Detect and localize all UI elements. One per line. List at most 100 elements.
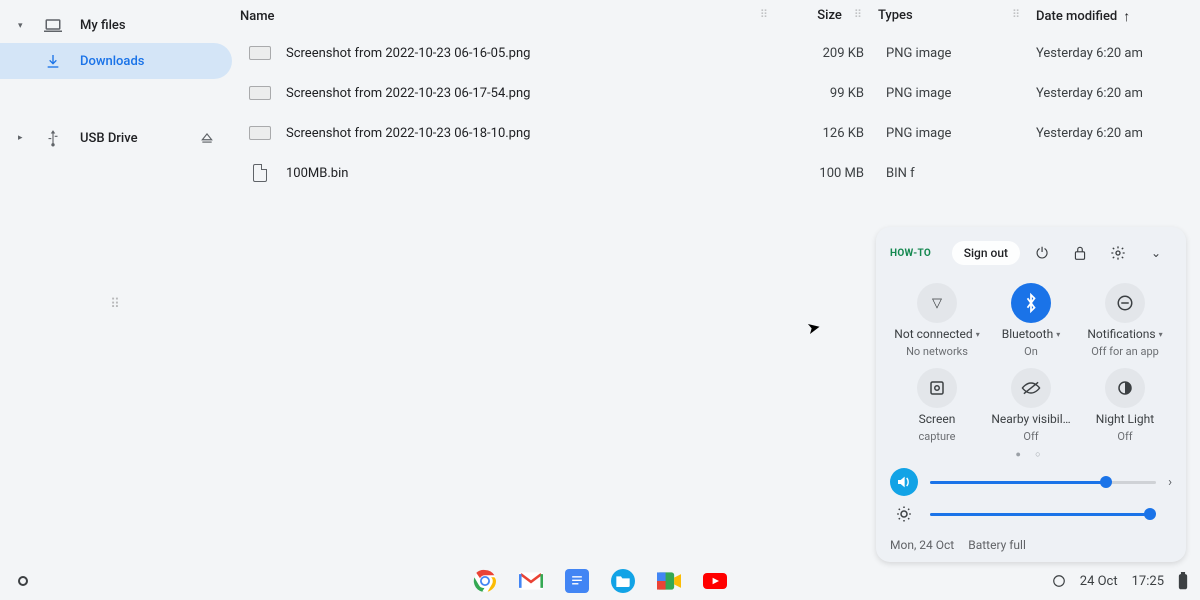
system-tray[interactable]: 24 Oct 17:25 — [1052, 572, 1188, 590]
tile-sub: Off — [1023, 430, 1038, 443]
qs-battery[interactable]: Battery full — [968, 538, 1026, 552]
visibility-off-icon — [1011, 368, 1051, 408]
tile-bluetooth[interactable]: Bluetooth▾ On — [984, 283, 1078, 358]
qs-date[interactable]: Mon, 24 Oct — [890, 538, 954, 552]
col-date[interactable]: Date modified — [1036, 9, 1117, 24]
chevron-right-icon[interactable]: › — [1168, 475, 1172, 490]
table-row[interactable]: 100MB.bin 100 MB BIN f — [232, 153, 1200, 193]
chevron-right-icon: ▸ — [18, 133, 26, 143]
table-row[interactable]: Screenshot from 2022-10-23 06-18-10.png … — [232, 113, 1200, 153]
file-name: Screenshot from 2022-10-23 06-18-10.png — [286, 126, 790, 141]
sidebar-item-label: My files — [80, 18, 126, 33]
tile-label: Bluetooth — [1002, 327, 1053, 341]
sidebar-item-usb[interactable]: ▸ USB Drive — [0, 119, 232, 157]
usb-icon — [44, 129, 62, 147]
tile-sub: capture — [918, 430, 955, 443]
tile-label: Notifications — [1087, 327, 1155, 341]
sidebar-drag-handle[interactable]: ⠿ — [0, 297, 232, 312]
sidebar: ▾ My files Downloads ▸ USB Drive ⠿ — [0, 0, 232, 600]
file-size: 126 KB — [790, 126, 870, 141]
tile-network[interactable]: ▽ Not connected ▾ No networks — [890, 283, 984, 358]
col-name[interactable]: Name — [240, 9, 275, 24]
tile-label: Screen — [919, 412, 956, 426]
dnd-icon — [1105, 283, 1145, 323]
file-size: 209 KB — [790, 46, 870, 61]
image-thumb-icon — [248, 83, 272, 103]
sign-out-button[interactable]: Sign out — [952, 241, 1020, 265]
file-date: Yesterday 6:20 am — [1020, 126, 1190, 141]
volume-icon — [890, 468, 918, 496]
file-size: 100 MB — [790, 166, 870, 181]
tray-time: 17:25 — [1132, 574, 1164, 589]
bluetooth-icon — [1011, 283, 1051, 323]
file-type: PNG image — [870, 86, 1020, 101]
arrow-up-icon: ↑ — [1123, 8, 1130, 25]
brightness-icon — [890, 500, 918, 528]
volume-slider[interactable]: › — [890, 468, 1172, 496]
tray-date: 24 Oct — [1080, 574, 1118, 589]
dropdown-icon: ▾ — [1159, 330, 1163, 339]
table-row[interactable]: Screenshot from 2022-10-23 06-16-05.png … — [232, 33, 1200, 73]
page-dots[interactable]: ● ○ — [890, 449, 1172, 460]
chevron-down-icon[interactable]: ⌄ — [1140, 237, 1172, 269]
sidebar-item-label: USB Drive — [80, 131, 138, 146]
chrome-icon[interactable] — [473, 569, 497, 593]
column-headers: Name ⠿ Size ⠿ Types ⠿ Date modified ↑ — [232, 0, 1200, 33]
file-icon — [248, 163, 272, 183]
tile-sub: No networks — [906, 345, 968, 358]
col-size[interactable]: Size — [817, 8, 842, 23]
file-size: 99 KB — [790, 86, 870, 101]
tile-night-light[interactable]: Night Light Off — [1078, 368, 1172, 443]
col-types[interactable]: Types — [878, 8, 913, 23]
gmail-icon[interactable] — [519, 569, 543, 593]
laptop-icon — [44, 19, 62, 33]
dropdown-icon: ▾ — [1056, 330, 1060, 339]
howto-label: HOW-TO — [890, 248, 931, 259]
col-grip-icon[interactable]: ⠿ — [1012, 8, 1020, 25]
file-name: Screenshot from 2022-10-23 06-17-54.png — [286, 86, 790, 101]
youtube-icon[interactable] — [703, 569, 727, 593]
tile-nearby[interactable]: Nearby visibil… Off — [984, 368, 1078, 443]
night-light-icon — [1105, 368, 1145, 408]
indicator-icon — [1052, 574, 1066, 588]
image-thumb-icon — [248, 123, 272, 143]
battery-icon — [1178, 572, 1188, 590]
chevron-down-icon: ▾ — [18, 21, 26, 31]
file-name: Screenshot from 2022-10-23 06-16-05.png — [286, 46, 790, 61]
files-icon[interactable] — [611, 569, 635, 593]
wifi-outline-icon: ▽ — [917, 283, 957, 323]
col-grip-icon[interactable]: ⠿ — [760, 8, 768, 25]
table-row[interactable]: Screenshot from 2022-10-23 06-17-54.png … — [232, 73, 1200, 113]
shelf: 24 Oct 17:25 — [0, 562, 1200, 600]
download-icon — [44, 53, 62, 69]
power-icon[interactable]: ⏻ — [1026, 237, 1058, 269]
tile-label: Nearby visibil… — [991, 412, 1070, 426]
tile-sub: Off — [1117, 430, 1132, 443]
settings-icon[interactable] — [1102, 237, 1134, 269]
eject-icon[interactable] — [200, 132, 214, 144]
tile-label: Not connected — [894, 327, 972, 341]
file-type: BIN f — [870, 166, 1020, 181]
dropdown-icon: ▾ — [976, 330, 980, 339]
sidebar-item-downloads[interactable]: Downloads — [0, 43, 232, 79]
launcher-button[interactable] — [18, 576, 28, 586]
sidebar-item-label: Downloads — [80, 54, 144, 69]
file-type: PNG image — [870, 126, 1020, 141]
tile-screen-capture[interactable]: Screen capture — [890, 368, 984, 443]
tile-sub: Off for an app — [1091, 345, 1159, 358]
tile-label: Night Light — [1096, 412, 1154, 426]
meet-icon[interactable] — [657, 569, 681, 593]
sidebar-item-myfiles[interactable]: ▾ My files — [0, 8, 232, 43]
quick-settings-panel: HOW-TO Sign out ⏻ ⌄ ▽ Not connected ▾ No … — [876, 227, 1186, 562]
lock-icon[interactable] — [1064, 237, 1096, 269]
docs-icon[interactable] — [565, 569, 589, 593]
brightness-slider[interactable] — [890, 500, 1172, 528]
screen-capture-icon — [917, 368, 957, 408]
image-thumb-icon — [248, 43, 272, 63]
file-date: Yesterday 6:20 am — [1020, 86, 1190, 101]
file-type: PNG image — [870, 46, 1020, 61]
col-grip-icon[interactable]: ⠿ — [854, 8, 862, 25]
file-name: 100MB.bin — [286, 166, 790, 181]
tile-notifications[interactable]: Notifications ▾ Off for an app — [1078, 283, 1172, 358]
file-date: Yesterday 6:20 am — [1020, 46, 1190, 61]
